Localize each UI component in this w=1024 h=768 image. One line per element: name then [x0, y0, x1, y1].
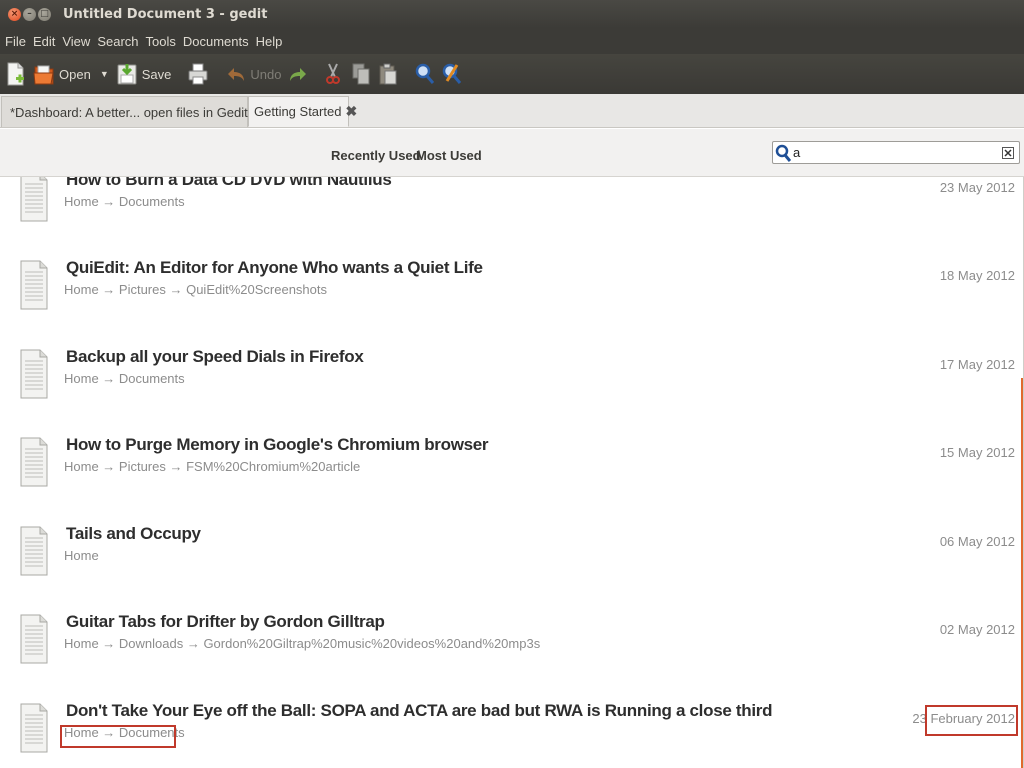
most-used-button[interactable]: Most Used — [416, 148, 482, 163]
new-document-button[interactable] — [6, 62, 26, 86]
list-item[interactable]: Backup all your Speed Dials in Firefox Ho… — [0, 344, 1020, 432]
document-date: 06 May 2012 — [939, 534, 1015, 549]
document-title: Backup all your Speed Dials in Firefox — [66, 347, 364, 366]
tab-label: Getting Started — [254, 104, 342, 119]
cut-button[interactable] — [325, 63, 341, 85]
close-window-button[interactable]: × — [8, 7, 21, 21]
tab-getting-started[interactable]: Getting Started ✖ — [248, 96, 357, 127]
text-document-icon — [20, 349, 48, 399]
menu-search[interactable]: Search — [94, 34, 141, 49]
document-title: How to Purge Memory in Google's Chromium… — [66, 435, 489, 454]
list-item[interactable]: How to Burn a Data CD DVD with Nautilus H… — [0, 177, 1020, 255]
document-path: Home → Pictures → FSM%20Chromium%20artic… — [64, 459, 361, 474]
menu-edit[interactable]: Edit — [30, 34, 58, 49]
window-controls: × – □ — [8, 7, 51, 21]
document-date: 23 February 2012 — [912, 711, 1015, 726]
scissors-icon — [326, 63, 341, 84]
list-item[interactable]: Tails and Occupy Home 06 May 2012 — [0, 521, 1020, 609]
redo-button[interactable] — [288, 65, 308, 83]
document-path: Home → Documents — [64, 194, 185, 209]
document-path: Home → Documents — [64, 725, 185, 740]
replace-button[interactable] — [442, 63, 462, 85]
undo-label: Undo — [250, 66, 282, 82]
menu-tools[interactable]: Tools — [143, 34, 179, 49]
list-item[interactable]: QuiEdit: An Editor for Anyone Who wants … — [0, 255, 1020, 343]
document-path: Home → Documents — [64, 371, 185, 386]
document-date: 15 May 2012 — [939, 445, 1015, 460]
menu-bar: File Edit View Search Tools Documents He… — [0, 28, 1024, 54]
menu-file[interactable]: File — [2, 34, 29, 49]
copy-button[interactable] — [352, 63, 370, 85]
paste-button[interactable] — [379, 63, 397, 85]
text-document-icon — [20, 177, 48, 222]
undo-button[interactable]: Undo — [226, 65, 281, 83]
save-icon — [117, 64, 137, 85]
recent-documents-list: How to Burn a Data CD DVD with Nautilus H… — [0, 177, 1024, 768]
list-item[interactable]: How to Purge Memory in Google's Chromium… — [0, 432, 1020, 520]
document-path: Home — [64, 548, 99, 563]
new-document-icon — [7, 62, 24, 86]
copy-icon — [352, 63, 370, 85]
search-input[interactable] — [791, 142, 1001, 163]
document-title: How to Burn a Data CD DVD with Nautilus — [66, 177, 392, 189]
menu-view[interactable]: View — [59, 34, 93, 49]
tab-dashboard[interactable]: *Dashboard: A better... open files in Ge… — [1, 96, 264, 127]
document-title: QuiEdit: An Editor for Anyone Who wants … — [66, 258, 483, 277]
tab-label: *Dashboard: A better... open files in Ge… — [10, 104, 248, 120]
open-label: Open — [59, 66, 91, 82]
print-icon — [188, 63, 208, 85]
title-bar: × – □ Untitled Document 3 - gedit — [0, 0, 1024, 28]
recently-used-button[interactable]: Recently Used — [331, 148, 421, 163]
redo-arrow-icon — [290, 68, 307, 81]
search-box — [772, 141, 1020, 164]
open-button[interactable]: Open — [33, 62, 91, 86]
scrollbar[interactable] — [1021, 378, 1023, 768]
list-item[interactable]: Guitar Tabs for Drifter by Gordon Gilltr… — [0, 609, 1020, 697]
document-date: 02 May 2012 — [939, 622, 1015, 637]
document-path: Home → Pictures → QuiEdit%20Screenshots — [64, 282, 327, 297]
minimize-window-button[interactable]: – — [23, 7, 36, 21]
document-title: Tails and Occupy — [66, 524, 201, 543]
text-document-icon — [20, 703, 48, 753]
text-document-icon — [20, 437, 48, 487]
find-button[interactable] — [415, 63, 435, 85]
text-document-icon — [20, 260, 48, 310]
open-folder-icon — [33, 65, 54, 85]
menu-help[interactable]: Help — [253, 34, 286, 49]
window-title: Untitled Document 3 - gedit — [63, 6, 268, 22]
text-document-icon — [20, 526, 48, 576]
paste-icon — [379, 63, 397, 85]
clear-search-icon[interactable] — [1002, 146, 1014, 159]
maximize-window-button[interactable]: □ — [38, 7, 51, 21]
document-title: Don't Take Your Eye off the Ball: SOPA a… — [66, 701, 773, 720]
print-button[interactable] — [188, 63, 208, 85]
document-date: 18 May 2012 — [939, 268, 1015, 283]
document-path: Home → Downloads → Gordon%20Giltrap%20mu… — [64, 636, 541, 651]
save-label: Save — [141, 66, 172, 82]
text-document-icon — [20, 614, 48, 664]
document-date: 23 May 2012 — [939, 180, 1015, 195]
search-icon — [416, 63, 435, 84]
menu-documents[interactable]: Documents — [180, 34, 252, 49]
search-icon — [775, 144, 791, 162]
close-tab-icon[interactable]: ✖ — [345, 103, 357, 120]
filter-bar: Recently Used Most Used — [0, 129, 1024, 177]
undo-arrow-icon — [228, 68, 245, 81]
find-replace-icon — [443, 63, 462, 84]
list-item[interactable]: Don't Take Your Eye off the Ball: SOPA a… — [0, 698, 1020, 768]
document-date: 17 May 2012 — [939, 357, 1015, 372]
toolbar: Open ▼ Save Undo — [0, 54, 1024, 94]
document-title: Guitar Tabs for Drifter by Gordon Gilltr… — [66, 612, 385, 631]
tab-bar: *Dashboard: A better... open files in Ge… — [0, 94, 1024, 128]
open-recent-dropdown[interactable]: ▼ — [100, 69, 109, 79]
save-button[interactable]: Save — [117, 63, 172, 85]
